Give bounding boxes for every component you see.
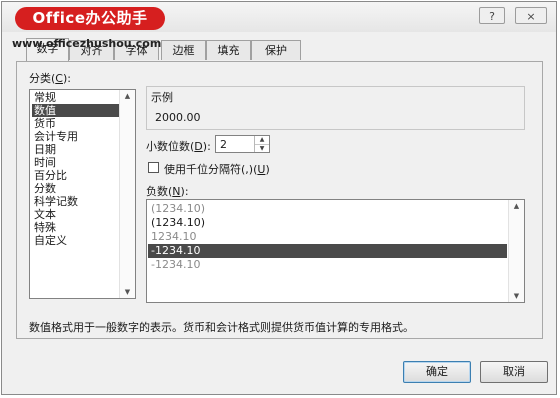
tab-protection[interactable]: 保护 — [251, 40, 301, 60]
category-item-special[interactable]: 特殊 — [32, 221, 58, 234]
scroll-up-icon[interactable]: ▲ — [120, 92, 135, 100]
close-button[interactable]: × — [515, 7, 547, 24]
format-description: 数值格式用于一般数字的表示。货币和会计格式则提供货币值计算的专用格式。 — [29, 321, 414, 334]
watermark-url: www.officezhushou.com — [12, 37, 162, 50]
sample-value: 2000.00 — [155, 111, 201, 124]
sample-label: 示例 — [151, 91, 173, 104]
category-item-general[interactable]: 常规 — [32, 91, 58, 104]
negative-option-paren-red[interactable]: (1234.10) — [148, 202, 507, 216]
category-scrollbar[interactable]: ▲ ▼ — [119, 90, 135, 298]
decimal-places-value: 2 — [220, 138, 227, 151]
decimal-places-label: 小数位数(D): — [146, 140, 211, 153]
category-item-percentage[interactable]: 百分比 — [32, 169, 69, 182]
negative-scrollbar[interactable]: ▲ ▼ — [508, 200, 524, 302]
tab-label: 边框 — [172, 44, 195, 57]
sample-group: 示例 2000.00 — [146, 86, 525, 130]
tab-border[interactable]: 边框 — [161, 40, 206, 60]
negative-option-minus[interactable]: -1234.10 — [148, 244, 507, 258]
decimal-places-stepper[interactable]: 2 ▲ ▼ — [215, 135, 270, 153]
category-item-accounting[interactable]: 会计专用 — [32, 130, 80, 143]
category-item-custom[interactable]: 自定义 — [32, 234, 69, 247]
cancel-button[interactable]: 取消 — [480, 361, 548, 383]
category-item-scientific[interactable]: 科学记数 — [32, 195, 80, 208]
category-item-number[interactable]: 数值 — [32, 104, 119, 117]
number-tab-panel: 分类(C): 常规 数值 货币 会计专用 日期 时间 百分比 分数 科学记数 文… — [16, 61, 543, 339]
scroll-down-icon[interactable]: ▼ — [509, 292, 524, 300]
category-item-currency[interactable]: 货币 — [32, 117, 58, 130]
tab-label: 填充 — [217, 44, 240, 57]
category-list[interactable]: 常规 数值 货币 会计专用 日期 时间 百分比 分数 科学记数 文本 特殊 自定… — [29, 89, 136, 299]
tab-label: 保护 — [265, 44, 287, 57]
category-label: 分类(C): — [29, 72, 71, 85]
watermark-logo: Office办公助手 — [15, 7, 165, 30]
negative-option-red[interactable]: 1234.10 — [148, 230, 507, 244]
help-button[interactable]: ? — [479, 7, 505, 24]
spin-down-icon[interactable]: ▼ — [255, 145, 269, 153]
negative-option-paren[interactable]: (1234.10) — [148, 216, 507, 230]
negative-numbers-list[interactable]: (1234.10) (1234.10) 1234.10 -1234.10 -12… — [146, 199, 525, 303]
close-icon: × — [526, 10, 536, 23]
scroll-up-icon[interactable]: ▲ — [509, 202, 524, 210]
ok-button[interactable]: 确定 — [403, 361, 471, 383]
spin-up-icon[interactable]: ▲ — [255, 136, 269, 145]
thousands-separator-label: 使用千位分隔符(,)(U) — [164, 163, 270, 176]
tab-fill[interactable]: 填充 — [206, 40, 251, 60]
thousands-separator-checkbox[interactable] — [148, 162, 159, 173]
category-item-fraction[interactable]: 分数 — [32, 182, 58, 195]
category-item-text[interactable]: 文本 — [32, 208, 58, 221]
negative-option-minus-red[interactable]: -1234.10 — [148, 258, 507, 272]
help-icon: ? — [489, 10, 495, 23]
format-cells-dialog: ? × 数字 对齐 字体 边框 填充 保护 分类(C): 常规 数值 货币 会计… — [1, 1, 557, 395]
negative-numbers-label: 负数(N): — [146, 185, 189, 198]
scroll-down-icon[interactable]: ▼ — [120, 288, 135, 296]
category-item-date[interactable]: 日期 — [32, 143, 58, 156]
category-item-time[interactable]: 时间 — [32, 156, 58, 169]
